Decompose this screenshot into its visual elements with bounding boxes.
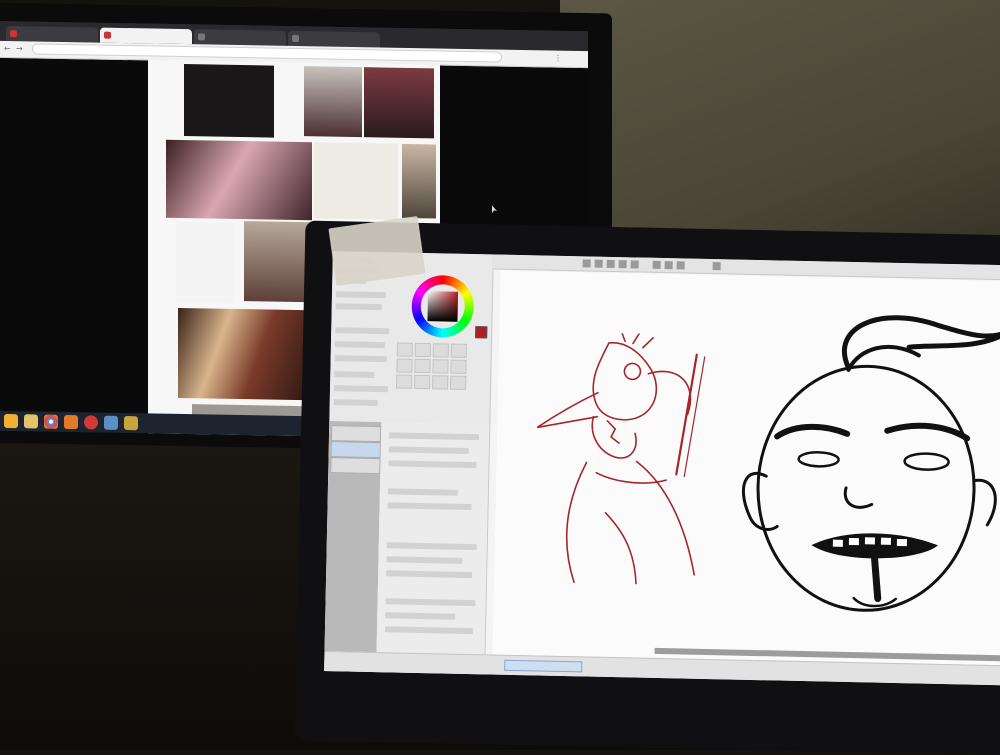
gallery-thumb[interactable] (184, 64, 274, 138)
brush-settings-panel (376, 422, 490, 655)
panel-control[interactable] (334, 371, 375, 378)
mouse-cursor-icon (492, 205, 497, 213)
brush-setting[interactable] (386, 542, 477, 551)
layer-item[interactable] (330, 457, 381, 475)
layer-item-selected[interactable] (330, 441, 381, 459)
tool-button[interactable] (432, 359, 449, 374)
tool-button[interactable] (396, 342, 413, 357)
black-face-sketch (741, 315, 1000, 612)
browser-tab[interactable] (194, 29, 286, 46)
chrome-icon[interactable] (44, 414, 58, 429)
app-icon[interactable] (124, 415, 138, 431)
panel-control[interactable] (334, 355, 387, 363)
brush-setting[interactable] (388, 432, 480, 441)
layer-item[interactable] (330, 425, 382, 443)
brush-setting[interactable] (385, 612, 456, 620)
red-bird-sketch (536, 331, 706, 585)
panel-control[interactable] (335, 291, 387, 299)
toolbar-button[interactable] (676, 261, 685, 270)
app-icon[interactable] (104, 415, 118, 430)
toolbar-button[interactable] (712, 262, 721, 271)
opera-icon[interactable] (84, 415, 98, 430)
toolbar-button[interactable] (664, 261, 673, 270)
brush-setting[interactable] (387, 488, 458, 496)
app-icon[interactable] (64, 414, 78, 430)
drawing-canvas[interactable] (492, 270, 1000, 670)
toolbar-button[interactable] (630, 260, 639, 269)
gallery-thumb[interactable] (364, 67, 434, 139)
tool-button[interactable] (450, 359, 467, 374)
favicon-icon (292, 34, 299, 43)
toolbar-button[interactable] (582, 259, 591, 268)
saturation-value-square[interactable] (427, 291, 459, 322)
panel-control[interactable] (335, 327, 390, 335)
toolbar-button[interactable] (594, 259, 603, 268)
sticky-note (328, 216, 426, 286)
tool-panel (324, 251, 494, 675)
app-icon[interactable] (4, 413, 18, 429)
brush-tool-grid (396, 342, 481, 404)
favicon-icon (10, 30, 17, 38)
tool-button[interactable] (414, 374, 431, 390)
tool-button[interactable] (432, 343, 449, 358)
brush-setting[interactable] (386, 570, 473, 579)
panel-control[interactable] (333, 399, 378, 407)
tool-button[interactable] (414, 342, 431, 358)
browser-tab[interactable] (288, 30, 380, 48)
back-arrow-icon[interactable]: ← (4, 44, 14, 54)
browser-tab[interactable] (6, 25, 98, 43)
browser-tab-active[interactable] (100, 27, 192, 45)
tool-button[interactable] (432, 375, 449, 390)
gallery-thumb[interactable] (314, 142, 398, 220)
menu-icon[interactable]: ⋮ (554, 54, 564, 64)
toolbar-button[interactable] (652, 260, 661, 269)
tool-button[interactable] (414, 358, 431, 374)
favicon-icon (198, 33, 205, 41)
tool-button[interactable] (396, 358, 413, 373)
drawing-display (294, 220, 1000, 755)
toolbar-button[interactable] (618, 260, 627, 269)
brush-setting[interactable] (387, 502, 472, 511)
gallery-thumb[interactable] (304, 66, 362, 138)
brush-setting[interactable] (388, 460, 477, 469)
gallery-thumb[interactable] (402, 143, 436, 219)
tool-button[interactable] (396, 374, 413, 389)
folder-icon[interactable] (24, 414, 38, 429)
panel-control[interactable] (334, 341, 385, 349)
toolbar-button[interactable] (606, 259, 615, 269)
favicon-icon (104, 31, 111, 39)
brush-setting[interactable] (386, 556, 463, 564)
gallery-thumb[interactable] (176, 221, 234, 303)
foreground-color-swatch[interactable] (475, 326, 488, 339)
panel-control[interactable] (333, 385, 389, 393)
paint-app-window (324, 251, 1000, 686)
document-tab[interactable] (504, 659, 583, 673)
os-taskbar (0, 410, 318, 437)
brush-setting[interactable] (385, 598, 476, 607)
brush-setting[interactable] (384, 626, 474, 635)
tool-button[interactable] (450, 343, 467, 358)
forward-arrow-icon[interactable]: → (16, 44, 26, 54)
brush-setting[interactable] (388, 446, 469, 454)
layer-list (324, 421, 382, 653)
gallery-thumb[interactable] (166, 139, 312, 221)
tool-button[interactable] (450, 375, 467, 390)
panel-control[interactable] (335, 303, 382, 311)
